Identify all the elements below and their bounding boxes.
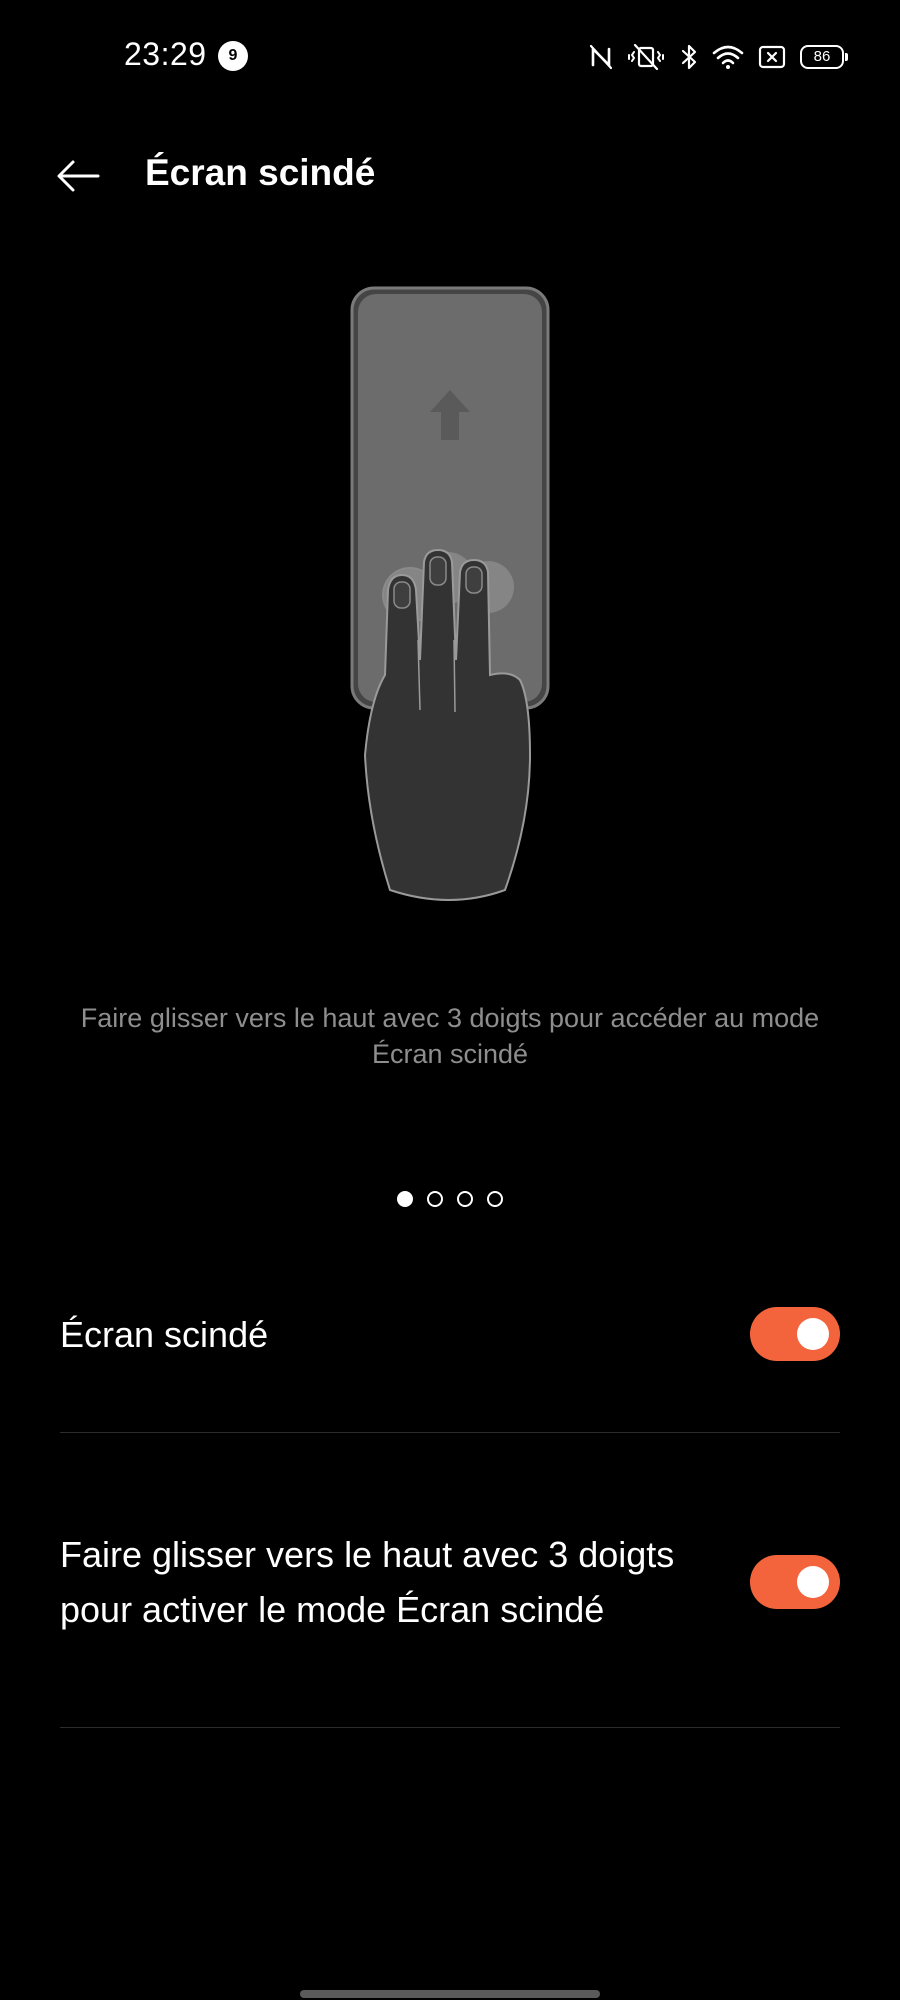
setting-row-three-finger-swipe[interactable]: Faire glisser vers le haut avec 3 doigts… bbox=[60, 1497, 840, 1667]
page-dot-1[interactable] bbox=[397, 1191, 413, 1207]
wifi-icon bbox=[712, 44, 744, 70]
battery-icon: 86 bbox=[800, 45, 848, 69]
divider bbox=[60, 1432, 840, 1433]
page-dot-2[interactable] bbox=[427, 1191, 443, 1207]
bluetooth-icon bbox=[680, 44, 698, 70]
status-icons: 86 bbox=[590, 40, 848, 74]
no-sim-icon bbox=[758, 44, 786, 70]
nfc-icon bbox=[590, 44, 612, 70]
vibrate-off-icon bbox=[626, 44, 666, 70]
illustration-description: Faire glisser vers le haut avec 3 doigts… bbox=[80, 1003, 820, 1069]
page-dot-4[interactable] bbox=[487, 1191, 503, 1207]
page-dot-3[interactable] bbox=[457, 1191, 473, 1207]
arrow-left-icon bbox=[56, 159, 100, 198]
status-bar: 23:29 9 86 bbox=[0, 0, 900, 110]
notification-count-badge: 9 bbox=[218, 41, 248, 71]
three-finger-swipe-toggle[interactable] bbox=[750, 1555, 840, 1609]
page-title: Écran scindé bbox=[145, 152, 376, 193]
back-button[interactable] bbox=[50, 150, 106, 206]
home-indicator[interactable] bbox=[300, 1990, 600, 1998]
toggle-knob bbox=[797, 1566, 829, 1598]
three-finger-swipe-illustration bbox=[340, 280, 560, 905]
setting-label-three-finger-swipe: Faire glisser vers le haut avec 3 doigts… bbox=[60, 1534, 675, 1630]
setting-label-split-screen: Écran scindé bbox=[60, 1313, 269, 1355]
divider bbox=[60, 1727, 840, 1728]
carousel-page-indicator bbox=[0, 1191, 900, 1207]
toggle-knob bbox=[797, 1318, 829, 1350]
split-screen-toggle[interactable] bbox=[750, 1307, 840, 1361]
setting-row-split-screen[interactable]: Écran scindé bbox=[60, 1305, 840, 1363]
status-time: 23:29 bbox=[124, 36, 207, 72]
